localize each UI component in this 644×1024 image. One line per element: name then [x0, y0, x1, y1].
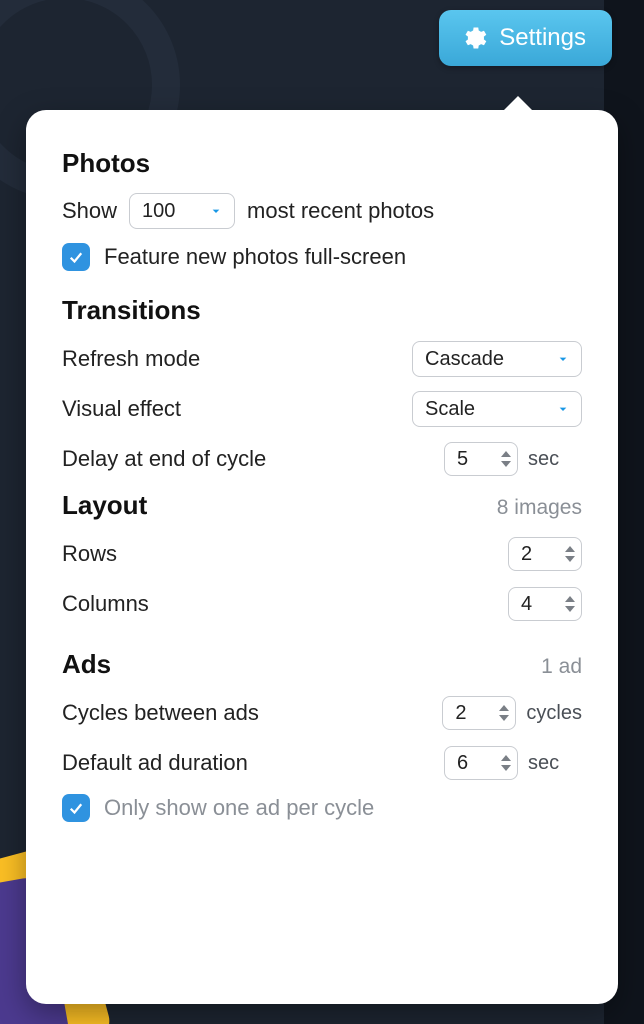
ad-duration-label: Default ad duration: [62, 750, 248, 776]
settings-button-label: Settings: [499, 24, 586, 52]
delay-label: Delay at end of cycle: [62, 446, 266, 472]
stepper-arrows-icon: [565, 596, 575, 612]
ad-duration-unit: sec: [528, 752, 582, 775]
delay-value: 5: [457, 448, 468, 471]
rows-stepper[interactable]: 2: [508, 537, 582, 571]
chevron-down-icon: [208, 203, 224, 219]
stepper-arrows-icon: [499, 705, 509, 721]
visual-effect-dropdown[interactable]: Scale: [412, 391, 582, 427]
columns-stepper[interactable]: 4: [508, 587, 582, 621]
settings-panel: Photos Show 100 most recent photos Featu…: [26, 110, 618, 1004]
chevron-down-icon: [555, 351, 571, 367]
check-icon: [67, 799, 85, 817]
ad-duration-stepper[interactable]: 6: [444, 746, 518, 780]
photos-heading: Photos: [62, 148, 582, 179]
ads-heading: Ads: [62, 649, 111, 680]
only-one-ad-checkbox[interactable]: [62, 794, 90, 822]
rows-label: Rows: [62, 541, 117, 567]
feature-photos-label: Feature new photos full-screen: [104, 244, 406, 270]
delay-unit: sec: [528, 448, 582, 471]
photos-show-suffix: most recent photos: [247, 198, 434, 224]
settings-button[interactable]: Settings: [439, 10, 612, 66]
stepper-arrows-icon: [565, 546, 575, 562]
photos-show-prefix: Show: [62, 198, 117, 224]
visual-effect-label: Visual effect: [62, 396, 181, 422]
layout-heading: Layout: [62, 490, 147, 521]
delay-stepper[interactable]: 5: [444, 442, 518, 476]
cycles-between-ads-label: Cycles between ads: [62, 700, 259, 726]
ads-summary: 1 ad: [541, 655, 582, 679]
cycles-stepper[interactable]: 2: [442, 696, 516, 730]
photos-show-count-dropdown[interactable]: 100: [129, 193, 235, 229]
transitions-heading: Transitions: [62, 295, 582, 326]
feature-photos-checkbox[interactable]: [62, 243, 90, 271]
cycles-value: 2: [455, 702, 466, 725]
visual-effect-value: Scale: [425, 398, 475, 421]
chevron-down-icon: [555, 401, 571, 417]
columns-label: Columns: [62, 591, 149, 617]
stepper-arrows-icon: [501, 451, 511, 467]
layout-summary: 8 images: [497, 496, 582, 520]
refresh-mode-label: Refresh mode: [62, 346, 200, 372]
refresh-mode-dropdown[interactable]: Cascade: [412, 341, 582, 377]
check-icon: [67, 248, 85, 266]
rows-value: 2: [521, 543, 532, 566]
refresh-mode-value: Cascade: [425, 348, 504, 371]
columns-value: 4: [521, 593, 532, 616]
photos-show-count-value: 100: [142, 200, 175, 223]
gear-icon: [459, 24, 487, 52]
ad-duration-value: 6: [457, 752, 468, 775]
stepper-arrows-icon: [501, 755, 511, 771]
only-one-ad-label: Only show one ad per cycle: [104, 795, 374, 821]
cycles-unit: cycles: [526, 702, 582, 725]
